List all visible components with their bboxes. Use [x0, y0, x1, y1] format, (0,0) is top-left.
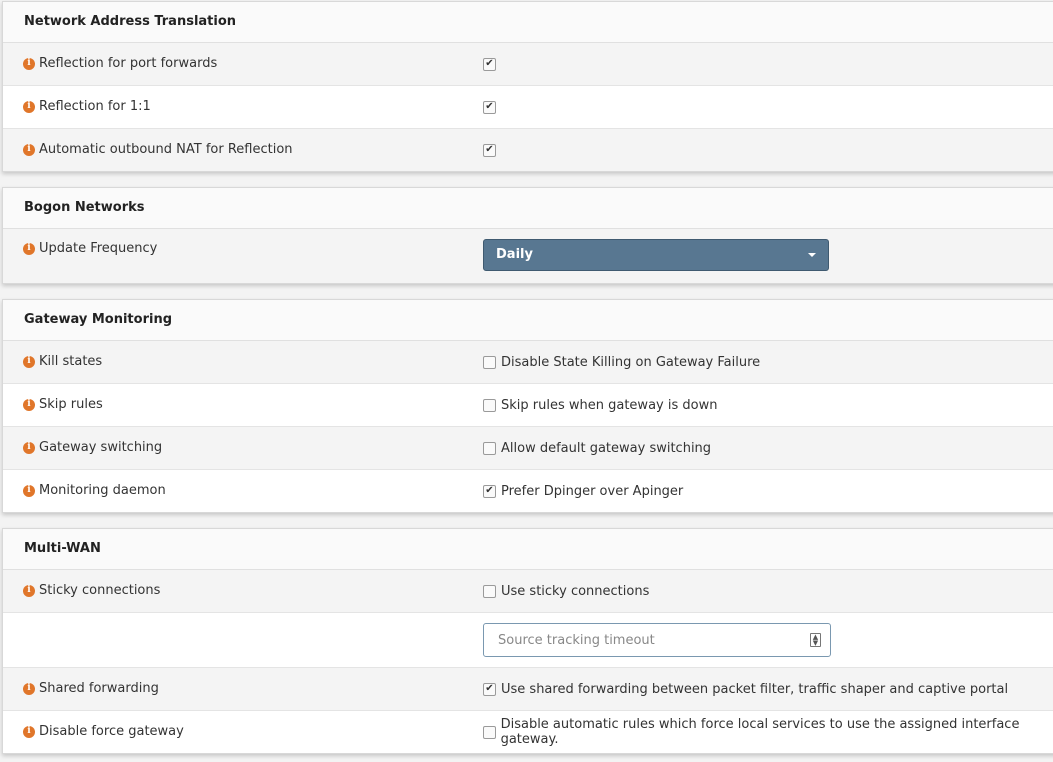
gateway-row-skip-rules: i Skip rules Skip rules when gateway is d…: [3, 384, 1053, 427]
auto-outbound-nat-checkbox[interactable]: ✔: [483, 143, 496, 157]
gateway-row-monitoring-daemon: i Monitoring daemon ✔ Prefer Dpinger over …: [3, 470, 1053, 512]
checkmark-icon: ✔: [485, 58, 494, 69]
bogon-row-update-frequency: i Update Frequency Daily: [3, 229, 1053, 283]
info-circle-icon[interactable]: i: [23, 100, 35, 113]
checkbox-label[interactable]: Disable State Killing on Gateway Failure: [501, 355, 760, 370]
nat-row-auto-outbound: i Automatic outbound NAT for Reflection ✔: [3, 129, 1053, 171]
sticky-connections-checkbox[interactable]: [483, 584, 496, 598]
bogon-panel-title: Bogon Networks: [3, 188, 1053, 229]
multiwan-row-sticky: i Sticky connections Use sticky connectio…: [3, 570, 1053, 613]
info-circle-icon[interactable]: i: [23, 355, 35, 368]
multiwan-panel-title: Multi-WAN: [3, 529, 1053, 570]
caret-down-icon: [808, 253, 816, 257]
multiwan-row-shared-forwarding: i Shared forwarding ✔ Use shared forwardin…: [3, 668, 1053, 711]
select-value: Daily: [496, 247, 533, 262]
checkbox-label[interactable]: Allow default gateway switching: [501, 441, 711, 456]
row-label: Reflection for port forwards: [39, 56, 218, 71]
checkbox-label[interactable]: Prefer Dpinger over Apinger: [501, 484, 683, 499]
multiwan-row-timeout: ▲▼: [3, 613, 1053, 668]
multiwan-panel: Multi-WAN i Sticky connections Use sticky…: [2, 528, 1053, 754]
row-label: Reflection for 1:1: [39, 99, 151, 114]
checkmark-icon: ✔: [485, 485, 494, 496]
kill-states-checkbox[interactable]: [483, 355, 496, 369]
info-circle-icon[interactable]: i: [23, 725, 35, 738]
nat-row-reflection-1to1: i Reflection for 1:1 ✔: [3, 86, 1053, 129]
info-circle-icon[interactable]: i: [23, 682, 35, 695]
gateway-switching-checkbox[interactable]: [483, 441, 496, 455]
info-circle-icon[interactable]: i: [23, 57, 35, 70]
monitoring-daemon-checkbox[interactable]: ✔: [483, 484, 496, 498]
source-tracking-timeout-input[interactable]: [496, 624, 800, 656]
nat-panel: Network Address Translation i Reflection …: [2, 1, 1053, 172]
checkbox-label[interactable]: Disable automatic rules which force loca…: [501, 717, 1053, 747]
checkmark-icon: ✔: [485, 683, 494, 694]
row-label: Sticky connections: [39, 583, 161, 598]
gateway-panel-title: Gateway Monitoring: [3, 300, 1053, 341]
row-label: Gateway switching: [39, 440, 163, 455]
row-label: Disable force gateway: [39, 724, 184, 739]
disable-force-gateway-checkbox[interactable]: [483, 725, 496, 739]
info-circle-icon[interactable]: i: [23, 398, 35, 411]
number-spinner-icon[interactable]: ▲ ▼: [810, 633, 821, 647]
source-tracking-timeout-field[interactable]: ▲▼: [483, 623, 831, 657]
row-label: Shared forwarding: [39, 681, 159, 696]
update-frequency-select[interactable]: Daily: [483, 239, 829, 271]
checkbox-label[interactable]: Use sticky connections: [501, 584, 649, 599]
gateway-row-switching: i Gateway switching Allow default gateway…: [3, 427, 1053, 470]
nat-row-reflection-port-forwards: i Reflection for port forwards ✔: [3, 43, 1053, 86]
gateway-panel: Gateway Monitoring i Kill states Disable …: [2, 299, 1053, 513]
row-label: Skip rules: [39, 397, 103, 412]
nat-panel-title: Network Address Translation: [3, 2, 1053, 43]
row-label: Monitoring daemon: [39, 483, 166, 498]
info-circle-icon[interactable]: i: [23, 441, 35, 454]
row-label: Kill states: [39, 354, 103, 369]
shared-forwarding-checkbox[interactable]: ✔: [483, 682, 496, 696]
checkbox-label[interactable]: Skip rules when gateway is down: [501, 398, 717, 413]
skip-rules-checkbox[interactable]: [483, 398, 496, 412]
row-label: Update Frequency: [39, 241, 158, 256]
info-circle-icon[interactable]: i: [23, 242, 35, 255]
checkmark-icon: ✔: [485, 101, 494, 112]
bogon-panel: Bogon Networks i Update Frequency Daily: [2, 187, 1053, 284]
reflection-1to1-checkbox[interactable]: ✔: [483, 100, 496, 114]
gateway-row-kill-states: i Kill states Disable State Killing on Ga…: [3, 341, 1053, 384]
row-label: Automatic outbound NAT for Reflection: [39, 142, 293, 157]
reflection-port-forwards-checkbox[interactable]: ✔: [483, 57, 496, 71]
checkbox-label[interactable]: Use shared forwarding between packet fil…: [501, 682, 1008, 697]
checkmark-icon: ✔: [485, 144, 494, 155]
multiwan-row-force-gateway: i Disable force gateway Disable automatic…: [3, 711, 1053, 753]
info-circle-icon[interactable]: i: [23, 584, 35, 597]
info-circle-icon[interactable]: i: [23, 484, 35, 497]
info-circle-icon[interactable]: i: [23, 143, 35, 156]
